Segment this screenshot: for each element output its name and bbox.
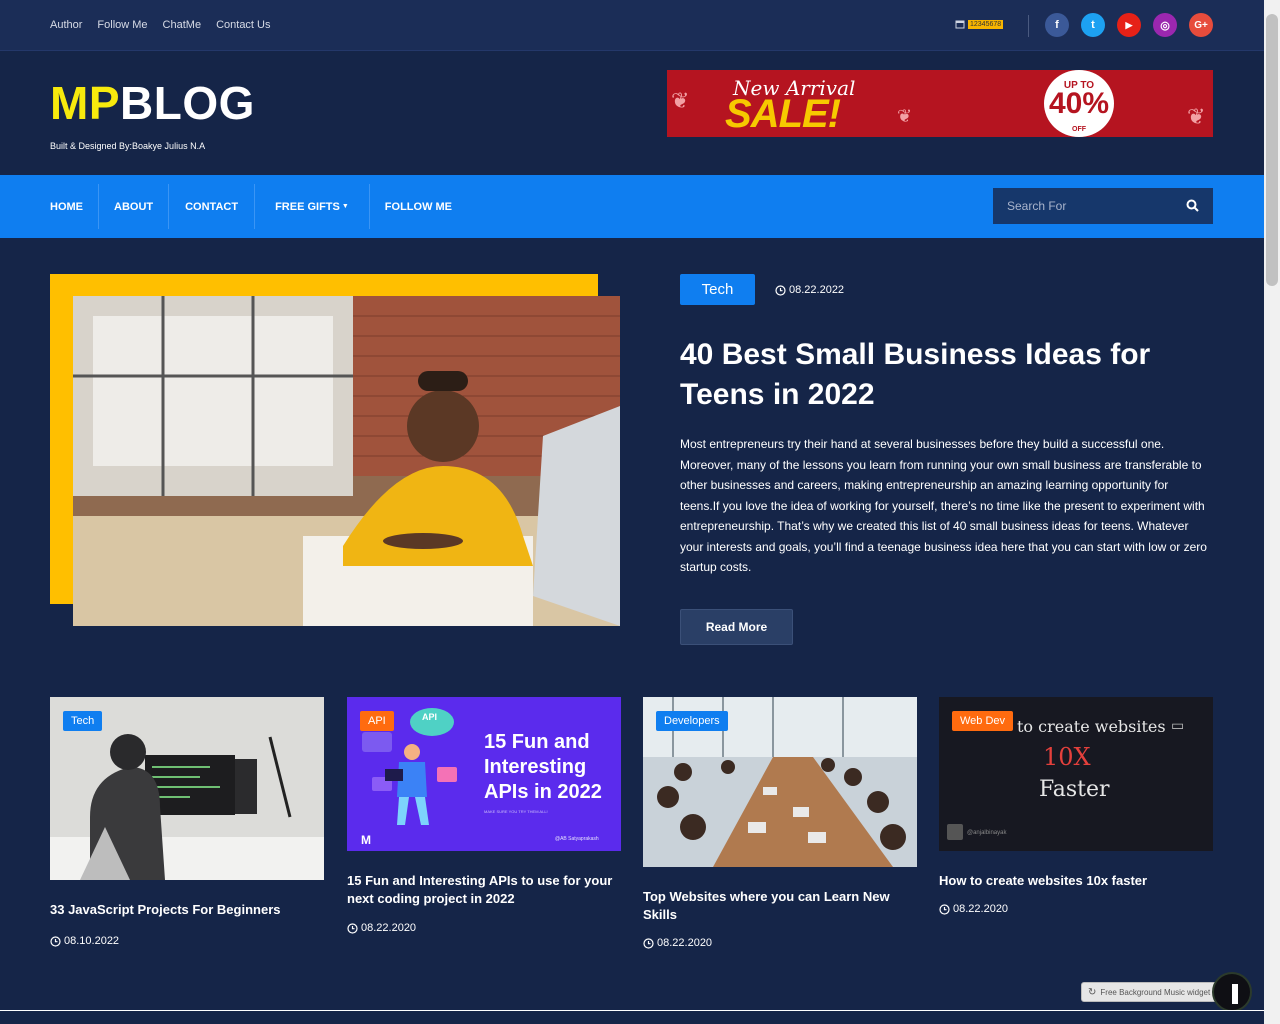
post-title[interactable]: How to create websites 10x faster <box>939 872 1213 890</box>
top-nav: Author Follow Me ChatMe Contact Us <box>50 19 271 31</box>
leaf-decoration-icon: ❦ <box>671 88 690 113</box>
site-byline: Built & Designed By:Boakye Julius N.A <box>50 141 206 151</box>
post-card[interactable]: Tech 33 JavaScript Projects For Beginner… <box>50 697 324 947</box>
nav-item-follow-me[interactable]: FOLLOW ME <box>370 184 467 229</box>
thumb-line2: 10X <box>1043 743 1091 771</box>
clock-icon <box>939 903 950 915</box>
twitter-icon[interactable]: t <box>1081 13 1105 37</box>
post-date: 08.10.2022 <box>50 935 324 947</box>
post-date: 08.22.2020 <box>939 903 1213 915</box>
instagram-icon[interactable]: ◎ <box>1153 13 1177 37</box>
clock-icon <box>643 937 654 949</box>
divider <box>1028 15 1029 37</box>
featured-tag[interactable]: Tech <box>680 274 755 305</box>
read-more-button[interactable]: Read More <box>680 609 793 645</box>
youtube-icon[interactable]: ▶ <box>1117 13 1141 37</box>
post-tag[interactable]: Web Dev <box>952 711 1014 731</box>
top-link-follow-me[interactable]: Follow Me <box>97 19 147 31</box>
thumb-subline: MAKE SURE YOU TRY THEM ALL! <box>484 809 548 814</box>
featured-excerpt: Most entrepreneurs try their hand at sev… <box>680 437 1207 574</box>
banner-sale: SALE! <box>725 92 841 136</box>
calendar-icon <box>955 20 965 29</box>
post-tag[interactable]: Developers <box>656 711 728 731</box>
top-link-contact-us[interactable]: Contact Us <box>216 19 270 31</box>
music-widget[interactable]: ↻ Free Background Music widget <box>1081 982 1228 1002</box>
post-date-text: 08.22.2020 <box>953 903 1009 915</box>
post-date-text: 08.10.2022 <box>64 935 120 947</box>
featured-date-text: 08.22.2022 <box>789 284 845 296</box>
nav-item-free-gifts[interactable]: FREE GIFTS ▼ <box>255 184 369 229</box>
site-logo[interactable]: MPBLOG <box>50 76 255 130</box>
music-icon: ↻ <box>1088 986 1097 998</box>
leaf-decoration-icon: ❦ <box>897 106 913 126</box>
pause-icon <box>1232 984 1238 1004</box>
featured-date: 08.22.2022 <box>775 284 844 296</box>
post-tag[interactable]: API <box>360 711 394 731</box>
post-thumbnail[interactable]: Developers <box>643 697 917 867</box>
badge-off: OFF <box>1072 126 1086 133</box>
clock-icon <box>775 284 786 296</box>
main-nav: HOME ABOUT CONTACT FREE GIFTS ▼ FOLLOW M… <box>0 175 1264 238</box>
post-thumbnail[interactable]: API 15 Fun and Interesting APIs in 2022 … <box>347 697 621 851</box>
clock-icon <box>50 935 61 947</box>
scrollbar-thumb[interactable] <box>1266 14 1278 286</box>
post-date: 08.22.2020 <box>347 922 621 934</box>
search-box <box>993 188 1213 224</box>
music-widget-label: Free Background Music widget <box>1100 987 1211 997</box>
thumb-line3: Faster <box>1039 777 1110 802</box>
social-icons: f t ▶ ◎ G+ <box>1045 13 1213 37</box>
nav-item-about[interactable]: ABOUT <box>99 184 168 229</box>
clock-icon <box>347 922 358 934</box>
date-display: 12345678 <box>955 19 1004 29</box>
nav-items: HOME ABOUT CONTACT FREE GIFTS ▼ FOLLOW M… <box>50 175 467 238</box>
featured-photo-illustration <box>73 296 620 626</box>
post-date: 08.22.2020 <box>643 937 917 949</box>
post-date-text: 08.22.2020 <box>657 937 713 949</box>
post-tag[interactable]: Tech <box>63 711 103 731</box>
nav-item-home[interactable]: HOME <box>50 184 98 229</box>
search-icon[interactable] <box>1186 199 1199 212</box>
thumb-headline: 15 Fun and Interesting APIs in 2022 <box>484 731 602 803</box>
music-player-button[interactable] <box>1212 972 1252 1012</box>
post-title[interactable]: Top Websites where you can Learn New Ski… <box>643 888 917 924</box>
post-card[interactable]: to create websites ▭ 10X Faster @anjalbi… <box>939 697 1213 915</box>
logo-blog: BLOG <box>120 77 255 129</box>
post-card[interactable]: API 15 Fun and Interesting APIs in 2022 … <box>347 697 621 934</box>
thumb-author: @AB Satyaprakash <box>555 836 599 842</box>
thumb-handle: @anjalbinayak <box>967 830 1007 836</box>
nav-item-contact[interactable]: CONTACT <box>169 184 254 229</box>
thumb-line1: to create websites <box>1017 717 1166 736</box>
post-date-text: 08.22.2020 <box>361 922 417 934</box>
sale-banner[interactable]: ❦ ❦ ❦ New Arrival SALE! UP TO 40% OFF <box>667 70 1213 137</box>
page-bottom-edge <box>0 1010 1264 1024</box>
top-bar: Author Follow Me ChatMe Contact Us 12345… <box>0 0 1264 51</box>
nav-item-free-gifts-label: FREE GIFTS <box>275 200 340 213</box>
post-title[interactable]: 33 JavaScript Projects For Beginners <box>50 901 324 919</box>
author-avatar <box>947 824 963 840</box>
post-thumbnail[interactable]: to create websites ▭ 10X Faster @anjalbi… <box>939 697 1213 851</box>
post-card[interactable]: Developers Top Websites where you can Le… <box>643 697 917 949</box>
date-value: 12345678 <box>968 19 1004 29</box>
search-input[interactable] <box>993 199 1173 213</box>
facebook-icon[interactable]: f <box>1045 13 1069 37</box>
featured-title[interactable]: 40 Best Small Business Ideas for Teens i… <box>680 335 1200 415</box>
badge-percent: 40% <box>1048 87 1110 120</box>
laptop-icon: ▭ <box>1171 717 1185 733</box>
discount-badge: UP TO 40% OFF <box>1044 70 1114 137</box>
featured-image[interactable] <box>73 296 620 626</box>
google-plus-icon[interactable]: G+ <box>1189 13 1213 37</box>
top-link-author[interactable]: Author <box>50 19 82 31</box>
top-link-chatme[interactable]: ChatMe <box>163 19 202 31</box>
post-thumbnail[interactable]: Tech <box>50 697 324 880</box>
logo-mp: MP <box>50 77 120 129</box>
leaf-decoration-icon: ❦ <box>1187 104 1206 129</box>
thumb-api-badge: API <box>422 712 438 722</box>
post-title[interactable]: 15 Fun and Interesting APIs to use for y… <box>347 872 621 908</box>
caret-down-icon: ▼ <box>341 203 349 210</box>
medium-logo: M <box>361 833 371 847</box>
